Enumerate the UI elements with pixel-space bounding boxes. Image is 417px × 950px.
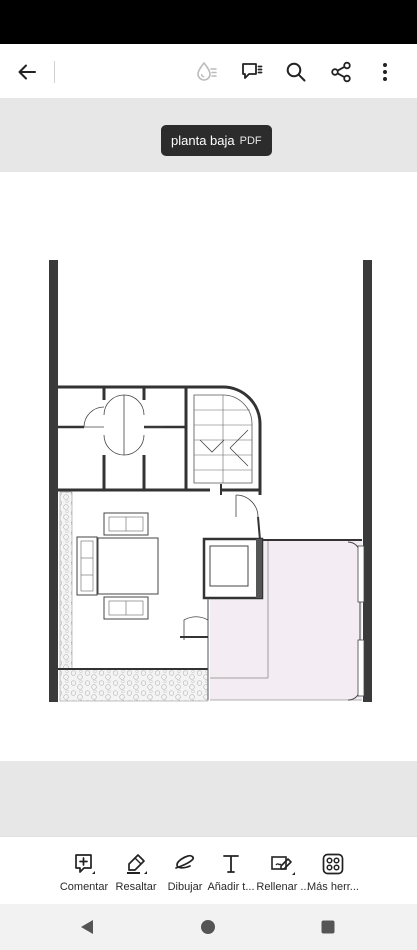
share-icon[interactable] (321, 44, 361, 99)
draw-icon (173, 851, 197, 877)
floor-plan-drawing (49, 260, 372, 702)
system-nav-bar (0, 904, 417, 950)
tool-label: Añadir t... (207, 881, 255, 893)
tool-label: Resaltar (115, 881, 157, 893)
document-title: planta baja (171, 133, 235, 148)
status-bar (0, 0, 417, 44)
tool-label: Rellenar ... (256, 881, 310, 893)
tool-label: Comentar (59, 881, 109, 893)
more-tools-icon (321, 851, 345, 877)
back-arrow-icon[interactable] (7, 44, 47, 99)
nav-back-icon[interactable] (67, 904, 107, 950)
nav-home-icon[interactable] (188, 904, 228, 950)
document-viewer[interactable] (0, 99, 417, 836)
comment-add-icon (72, 851, 96, 877)
tool-more[interactable]: Más herr... (304, 837, 362, 905)
tool-label: Más herr... (307, 881, 359, 893)
tool-draw[interactable]: Dibujar (163, 837, 207, 905)
bottom-toolbar: Comentar Resaltar Dibujar Añadir t... Re… (0, 836, 417, 904)
app-bar (0, 44, 417, 99)
nav-recents-icon[interactable] (308, 904, 348, 950)
tool-comment[interactable]: Comentar (56, 837, 112, 905)
more-options-icon[interactable] (365, 44, 405, 99)
search-icon[interactable] (276, 44, 316, 99)
document-title-tooltip: planta baja PDF (161, 125, 272, 156)
comments-icon[interactable] (232, 44, 272, 99)
app-bar-divider (54, 61, 55, 83)
pdf-page[interactable] (0, 172, 417, 761)
tool-add-text[interactable]: Añadir t... (207, 837, 255, 905)
tool-label: Dibujar (167, 881, 203, 893)
document-type-badge: PDF (239, 134, 262, 147)
highlighter-icon (124, 851, 148, 877)
fill-sign-icon (270, 851, 296, 877)
tool-highlight[interactable]: Resaltar (112, 837, 160, 905)
reading-mode-icon[interactable] (187, 44, 227, 99)
add-text-icon (221, 851, 241, 877)
